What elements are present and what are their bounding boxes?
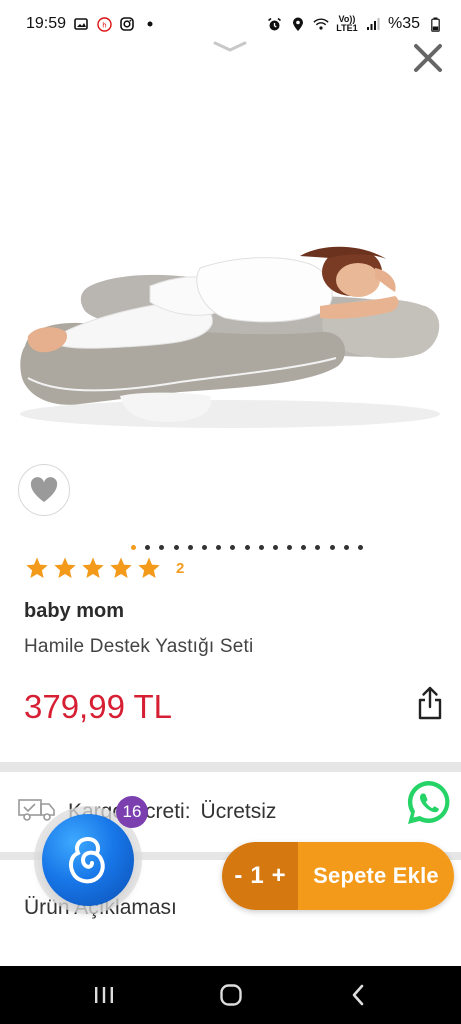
product-image[interactable] (0, 96, 461, 466)
rating-count[interactable]: 2 (176, 560, 184, 577)
battery-percent: %35 (387, 15, 420, 32)
back-icon (352, 984, 363, 1006)
alarm-icon (267, 16, 283, 32)
quantity-decrease-button[interactable]: - (234, 862, 242, 890)
section-divider (0, 762, 461, 772)
share-button[interactable] (410, 682, 450, 724)
pager-dot[interactable] (315, 545, 321, 550)
favorite-button[interactable] (18, 464, 70, 516)
recent-apps-button[interactable] (84, 975, 124, 1015)
pager-dot[interactable] (301, 545, 307, 550)
pager-dot[interactable] (201, 545, 207, 550)
star-icon (110, 557, 132, 578)
star-icon (82, 557, 104, 578)
pager-dot[interactable] (173, 545, 179, 550)
lte-icon: Vo)) LTE1 (336, 14, 358, 33)
status-time: 19:59 (26, 15, 67, 32)
signal-icon (365, 16, 381, 32)
svg-text:h: h (102, 21, 106, 29)
pager-dot[interactable] (187, 545, 193, 550)
pager-dot[interactable] (244, 545, 250, 550)
pager-dot[interactable] (145, 545, 151, 550)
pager-dot[interactable] (287, 545, 293, 550)
home-button[interactable] (211, 975, 251, 1015)
share-icon (418, 686, 442, 720)
product-brand[interactable]: baby mom (24, 600, 124, 623)
image-pager[interactable] (131, 545, 363, 550)
wifi-icon (313, 16, 329, 32)
rating[interactable]: 2 (24, 556, 184, 580)
product-price: 379,99 TL (24, 688, 173, 725)
shipping-value: Ücretsiz (200, 799, 277, 823)
app-floating-button[interactable]: 16 (34, 796, 148, 906)
app-notification-icon: h (96, 16, 112, 32)
location-icon (290, 16, 306, 32)
whatsapp-icon (407, 780, 450, 824)
pager-dot[interactable] (131, 545, 136, 550)
rating-stars (24, 556, 162, 580)
dot-icon (142, 16, 158, 32)
product-name: Hamile Destek Yastığı Seti (24, 636, 254, 657)
notification-count-badge: 16 (116, 796, 148, 828)
pager-dot[interactable] (216, 545, 222, 550)
pager-dot[interactable] (358, 545, 363, 550)
star-icon (26, 557, 48, 578)
battery-icon (427, 16, 443, 32)
add-to-cart-button[interactable]: Sepete Ekle (298, 842, 454, 910)
heart-icon (30, 477, 58, 502)
collapse-chevron-icon[interactable] (212, 38, 248, 56)
star-icon (138, 557, 160, 578)
pager-dot[interactable] (272, 545, 278, 550)
navigation-bar (0, 966, 461, 1024)
close-button[interactable] (408, 38, 448, 78)
pager-dot[interactable] (159, 545, 165, 550)
pager-dot[interactable] (343, 545, 349, 550)
pager-dot[interactable] (230, 545, 236, 550)
pager-dot[interactable] (258, 545, 264, 550)
quantity-increase-button[interactable]: + (272, 862, 286, 890)
pager-dot[interactable] (329, 545, 335, 550)
gallery-icon (73, 16, 89, 32)
quantity-stepper: - 1 + (222, 842, 298, 910)
close-icon (414, 44, 442, 72)
whatsapp-button[interactable] (404, 778, 454, 828)
star-icon (54, 557, 76, 578)
recent-apps-icon (94, 987, 113, 1003)
instagram-icon (119, 16, 135, 32)
cart-bar: - 1 + Sepete Ekle (222, 842, 454, 910)
quantity-value: 1 (250, 862, 264, 889)
app-logo-icon (42, 814, 134, 906)
home-icon (219, 984, 242, 1006)
back-button[interactable] (338, 975, 378, 1015)
